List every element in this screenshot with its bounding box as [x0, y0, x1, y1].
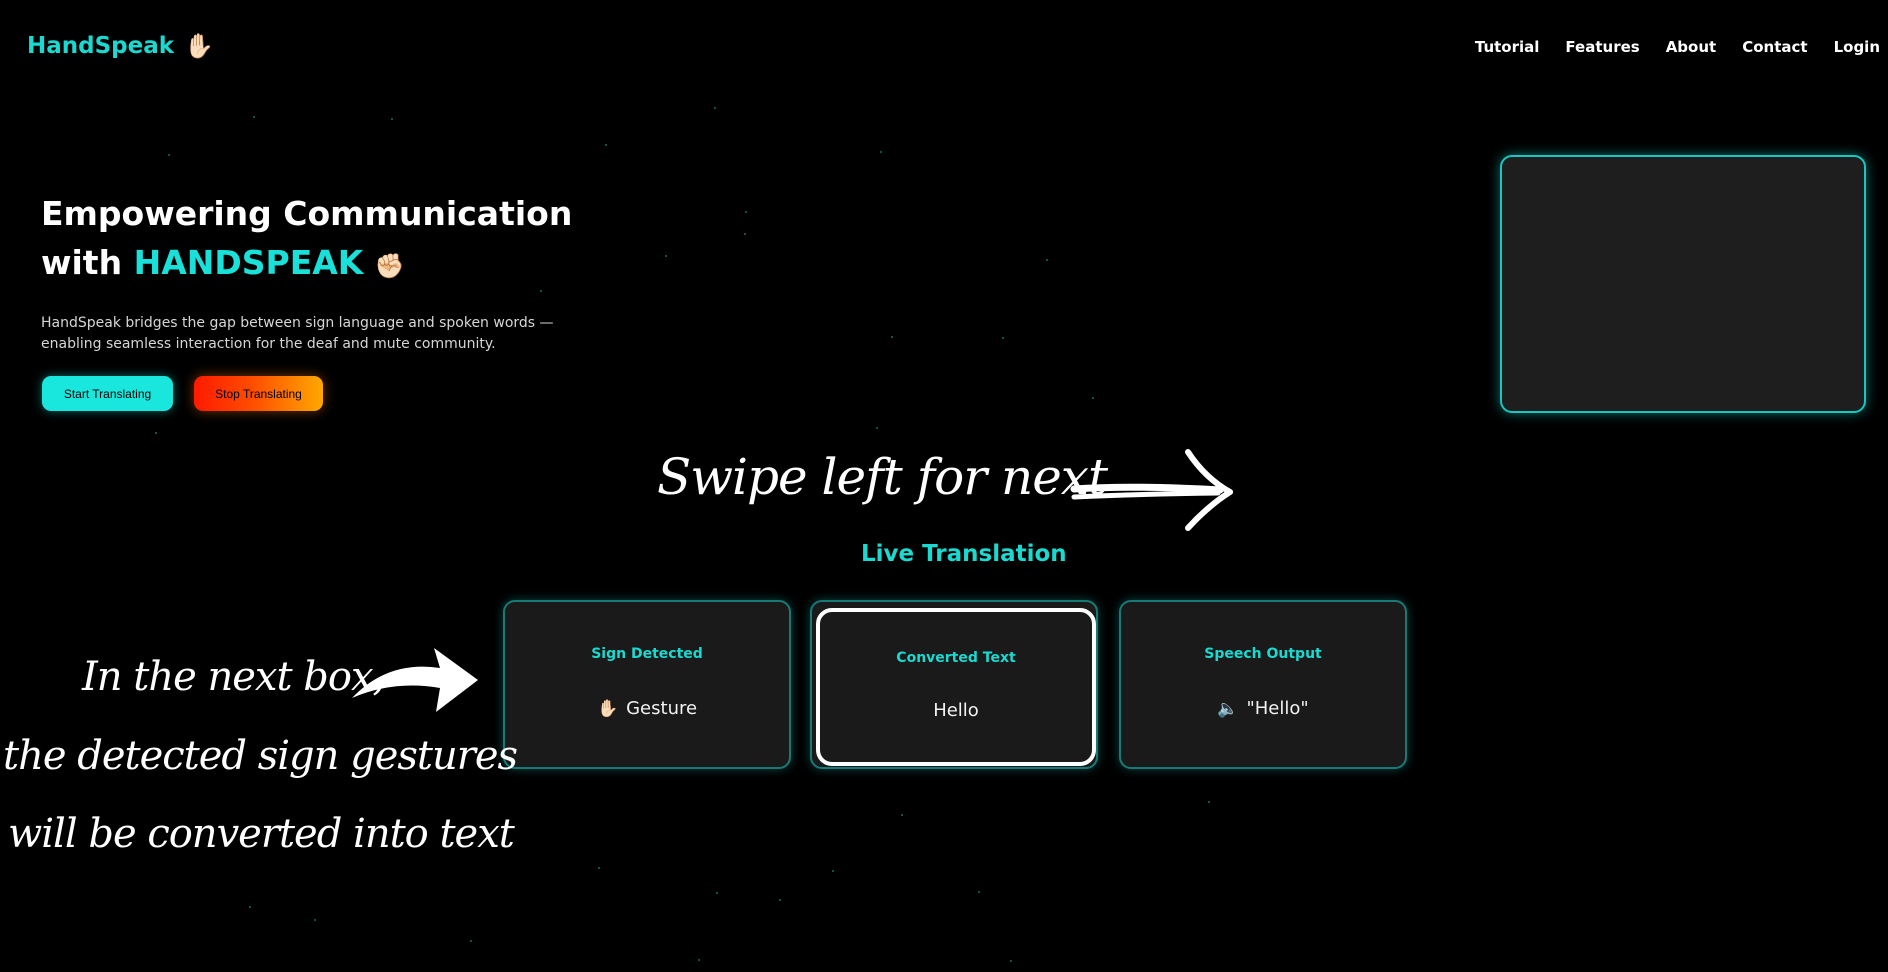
box-note-line1: In the next box,	[82, 654, 385, 700]
sign-detected-card: Sign Detected ✋🏻 Gesture	[503, 600, 791, 769]
nav-item-features[interactable]: Features	[1565, 38, 1639, 56]
card-label: Speech Output	[1204, 646, 1322, 662]
card-label: Sign Detected	[591, 646, 703, 662]
sign-detected-value: Gesture	[626, 698, 698, 719]
raised-hand-icon: ✋🏻	[184, 32, 214, 60]
raised-hand-icon: ✋🏻	[596, 699, 619, 719]
raised-fist-icon: ✊🏻	[374, 252, 405, 280]
converted-text-value: Hello	[933, 700, 979, 721]
card-value: ✋🏻 Gesture	[505, 698, 789, 719]
hero-title-line2: with HANDSPEAK ✊🏻	[41, 238, 572, 287]
speech-output-value: "Hello"	[1246, 698, 1309, 719]
hero-title-line1: Empowering Communication	[41, 194, 573, 233]
right-arrow-icon	[1070, 449, 1233, 531]
speech-output-card: Speech Output 🔈 "Hello"	[1119, 600, 1407, 769]
nav-item-contact[interactable]: Contact	[1742, 38, 1807, 56]
hero-title-brand: HANDSPEAK	[133, 243, 364, 282]
logo-text: HandSpeak	[27, 33, 175, 59]
curved-arrow-icon	[352, 648, 478, 712]
logo[interactable]: HandSpeak ✋🏻	[27, 33, 214, 59]
hero-title-prefix: with	[41, 243, 123, 282]
card-value: 🔈 "Hello"	[1121, 698, 1405, 719]
nav-item-tutorial[interactable]: Tutorial	[1475, 38, 1540, 56]
top-nav: Tutorial Features About Contact Login	[1475, 38, 1880, 56]
hero-description-line2: enabling seamless interaction for the de…	[41, 336, 496, 352]
hero-description-line1: HandSpeak bridges the gap between sign l…	[41, 315, 554, 331]
speaker-icon: 🔈	[1217, 699, 1239, 719]
converted-text-card: Converted Text Hello	[816, 608, 1096, 766]
live-translation-title: Live Translation	[861, 541, 1067, 567]
hero-title: Empowering Communication with HANDSPEAK …	[41, 189, 572, 287]
camera-preview	[1500, 155, 1866, 413]
hero-description: HandSpeak bridges the gap between sign l…	[41, 313, 601, 355]
box-note-line3: will be converted into text	[8, 811, 515, 857]
start-translating-button[interactable]: Start Translating	[42, 376, 173, 411]
swipe-annotation: Swipe left for next	[657, 448, 1108, 506]
nav-item-about[interactable]: About	[1666, 38, 1717, 56]
nav-item-login[interactable]: Login	[1834, 38, 1880, 56]
stop-translating-button[interactable]: Stop Translating	[194, 376, 323, 411]
card-label: Converted Text	[896, 650, 1016, 666]
box-note-line2: the detected sign gestures	[3, 733, 518, 779]
